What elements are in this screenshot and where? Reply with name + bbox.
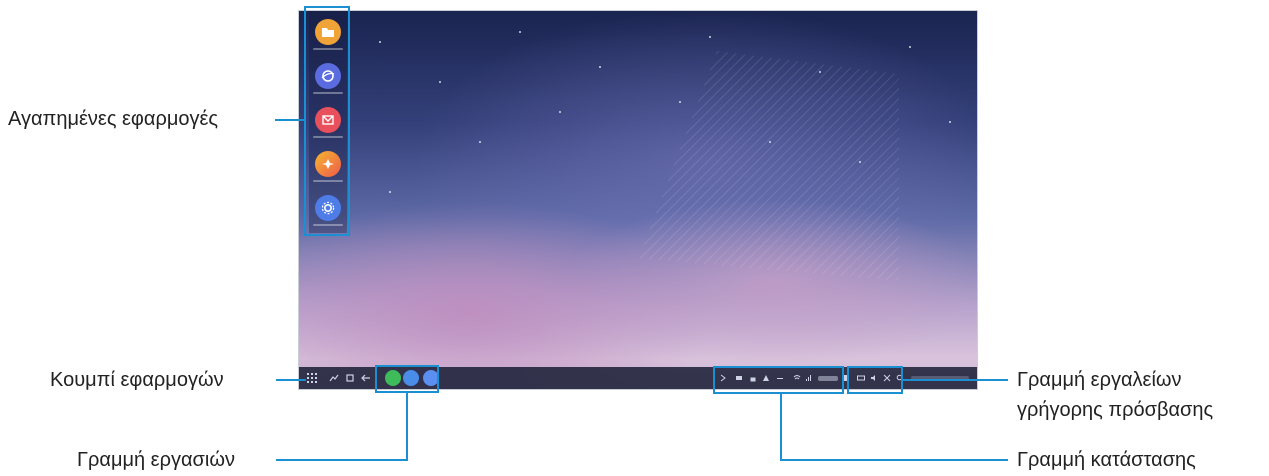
signal-icon	[805, 373, 813, 383]
settings-app-icon[interactable]	[423, 370, 439, 386]
internet-app-icon[interactable]	[403, 370, 419, 386]
dash-icon	[776, 373, 784, 383]
notification-icon[interactable]	[735, 373, 743, 383]
taskbar-leader-v	[406, 393, 408, 460]
expand-status-icon[interactable]	[719, 373, 727, 383]
quick-access-toolbar-label-1: Γραμμή εργαλείων	[1017, 369, 1182, 391]
quick-access-toolbar-label-2: γρήγορης πρόσβασης	[1017, 399, 1214, 421]
back-icon[interactable]	[359, 371, 373, 385]
lock-icon	[749, 373, 757, 383]
gallery-icon[interactable]	[315, 151, 341, 177]
apps-button-label: Κουμπί εφαρμογών	[50, 369, 224, 391]
internet-icon[interactable]	[315, 63, 341, 89]
screen-capture-icon[interactable]	[883, 373, 891, 383]
quick-access-leader	[903, 379, 1008, 381]
status-bar-leader-v	[780, 394, 782, 460]
warning-icon	[762, 373, 770, 383]
phone-app-icon[interactable]	[385, 370, 401, 386]
status-bar-leader-h	[780, 459, 1008, 461]
taskbar	[299, 367, 977, 389]
apps-button[interactable]	[305, 371, 319, 385]
taskbar-leader-h	[276, 459, 408, 461]
favorite-apps-panel	[309, 11, 347, 233]
home-icon[interactable]	[343, 371, 357, 385]
app-caption	[313, 136, 343, 138]
dex-desktop-screen	[298, 10, 978, 390]
status-bar-label: Γραμμή κατάστασης	[1017, 449, 1196, 471]
favorite-apps-label: Αγαπημένες εφαρμογές	[8, 108, 219, 130]
favorite-apps-leader	[275, 119, 304, 121]
clock-placeholder	[817, 373, 839, 383]
volume-icon[interactable]	[870, 373, 878, 383]
app-caption	[313, 180, 343, 182]
battery-icon	[841, 373, 849, 383]
wifi-icon	[793, 373, 801, 383]
recent-apps-icon[interactable]	[327, 371, 341, 385]
taskbar-label: Γραμμή εργασιών	[77, 449, 235, 471]
settings-icon[interactable]	[315, 195, 341, 221]
app-caption	[313, 224, 343, 226]
app-caption	[313, 48, 343, 50]
apps-button-leader	[276, 379, 306, 381]
email-icon[interactable]	[315, 107, 341, 133]
app-caption	[313, 92, 343, 94]
apps-grid-icon	[307, 373, 317, 383]
keyboard-icon[interactable]	[857, 373, 865, 383]
search-icon[interactable]	[896, 373, 904, 383]
my-files-icon[interactable]	[315, 19, 341, 45]
